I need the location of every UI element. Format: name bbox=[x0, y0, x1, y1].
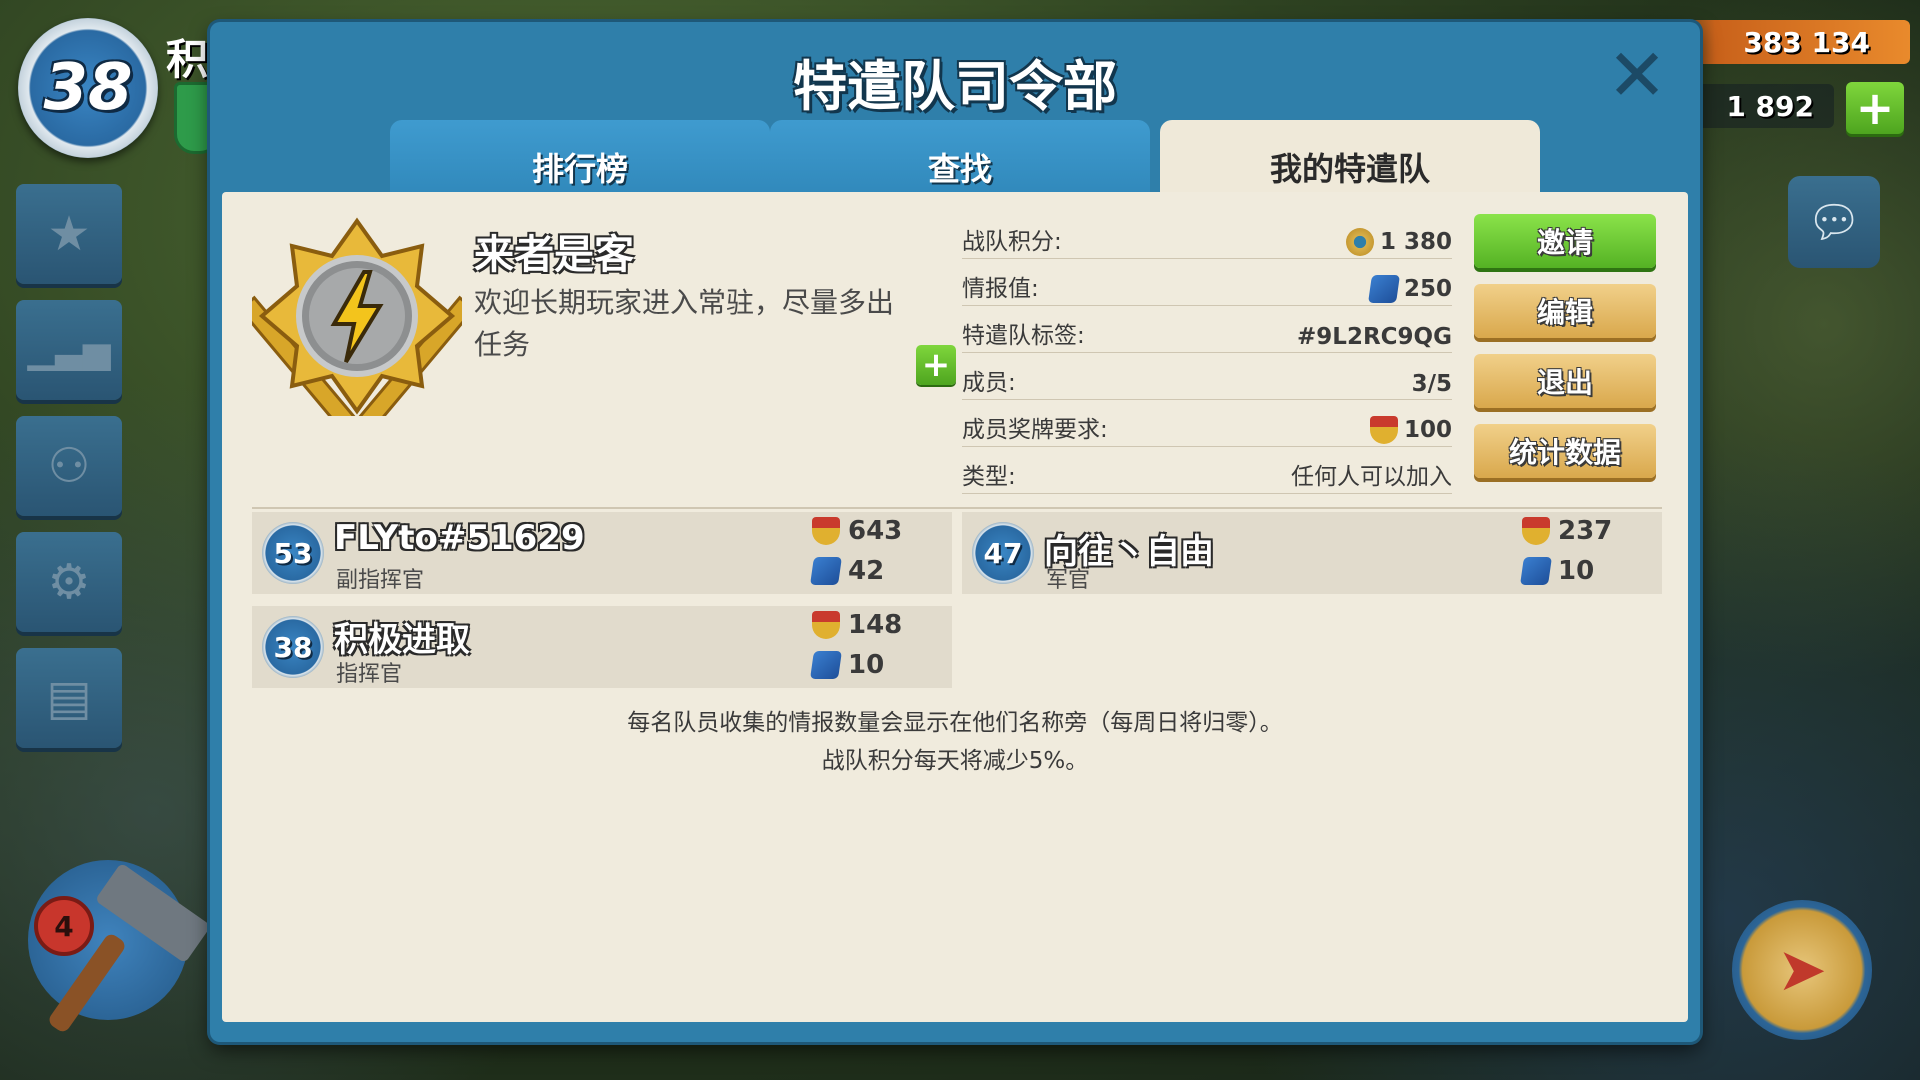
tab-label: 查找 bbox=[927, 150, 992, 188]
intel-label: 情报值: bbox=[962, 276, 1039, 302]
score-label: 战队积分: bbox=[962, 229, 1062, 255]
medal-req-label: 成员奖牌要求: bbox=[962, 417, 1108, 443]
type-label: 类型: bbox=[962, 464, 1016, 490]
member-level: 38 bbox=[262, 616, 324, 678]
member-intel-value: 42 bbox=[848, 556, 885, 586]
star-button[interactable]: ★ bbox=[16, 184, 122, 284]
team-description: 欢迎长期玩家进入常驻，尽量多出任务 bbox=[474, 286, 895, 361]
team-icon: ⚇ bbox=[47, 438, 91, 494]
member-medals-value: 148 bbox=[848, 610, 903, 640]
edit-button[interactable]: 编辑 bbox=[1474, 284, 1656, 338]
invite-button[interactable]: 邀请 bbox=[1474, 214, 1656, 268]
player-level-badge[interactable]: 38 bbox=[18, 18, 158, 158]
star-icon: ★ bbox=[47, 206, 91, 262]
leave-button[interactable]: 退出 bbox=[1474, 354, 1656, 408]
plus-icon: + bbox=[921, 345, 951, 385]
stats-button[interactable]: 统计数据 bbox=[1474, 424, 1656, 478]
member-level: 53 bbox=[262, 522, 324, 584]
team-emblem-icon bbox=[252, 217, 462, 416]
member-role: 副指挥官 bbox=[336, 568, 425, 593]
member-name: FLYto#51629 bbox=[334, 518, 585, 558]
tab-label: 我的特遣队 bbox=[1269, 150, 1430, 188]
medal-icon bbox=[812, 517, 840, 545]
panel-title: 特遣队司令部 bbox=[793, 55, 1117, 118]
section-divider bbox=[252, 507, 1662, 509]
medal-req-value: 100 bbox=[1403, 417, 1452, 443]
type-value: 任何人可以加入 bbox=[1291, 464, 1452, 490]
member-intel: 10 bbox=[1520, 556, 1595, 586]
leaderboard-button[interactable]: ▁▃▅ bbox=[16, 300, 122, 400]
member-medals: 237 bbox=[1522, 516, 1612, 546]
medal-icon bbox=[1522, 517, 1550, 545]
members-label: 成员: bbox=[962, 370, 1016, 396]
add-member-button[interactable]: + bbox=[916, 345, 956, 385]
tab-label: 排行榜 bbox=[531, 150, 628, 188]
team-name: 来者是客 bbox=[474, 232, 634, 278]
member-medals: 643 bbox=[812, 516, 902, 546]
member-medals-value: 237 bbox=[1558, 516, 1613, 546]
footer-line-2: 战队积分每天将减少5%。 bbox=[821, 748, 1089, 774]
intel-icon bbox=[1368, 275, 1400, 303]
chat-button[interactable]: 💬︎ bbox=[1788, 176, 1880, 268]
medal-req-value-wrap: 100 bbox=[1369, 416, 1452, 444]
medal-icon bbox=[1369, 416, 1398, 444]
compass-button[interactable]: ➤ bbox=[1732, 900, 1872, 1040]
compass-icon: ➤ bbox=[1776, 935, 1828, 1005]
news-icon: ▤ bbox=[46, 670, 92, 726]
members-value: 3/5 bbox=[1411, 371, 1452, 397]
score-value-wrap: 1 380 bbox=[1345, 228, 1452, 256]
leaderboard-icon: ▁▃▅ bbox=[27, 329, 111, 371]
team-button[interactable]: ⚇ bbox=[16, 416, 122, 516]
victory-point-icon bbox=[1345, 228, 1374, 256]
info-row-tag: 特遣队标签: #9L2RC9QG bbox=[962, 306, 1452, 353]
member-card[interactable]: 38 积极进取 指挥官 148 10 bbox=[252, 606, 952, 688]
intel-value-wrap: 250 bbox=[1368, 275, 1452, 303]
task-force-panel: 特遣队司令部 ✕ 排行榜 查找 我的特遣队 来者是客 欢迎长期玩家进入常驻，尽量… bbox=[210, 22, 1700, 1042]
news-button[interactable]: ▤ bbox=[16, 648, 122, 748]
member-intel: 10 bbox=[810, 650, 885, 680]
info-row-type: 类型: 任何人可以加入 bbox=[962, 447, 1452, 494]
member-intel-value: 10 bbox=[848, 650, 885, 680]
intel-value: 250 bbox=[1403, 276, 1452, 302]
info-row-medal-req: 成员奖牌要求: 100 bbox=[962, 400, 1452, 447]
member-role: 军官 bbox=[1046, 568, 1091, 593]
intel-icon bbox=[810, 557, 842, 585]
tag-value: #9L2RC9QG bbox=[1297, 324, 1452, 350]
tab-content: 来者是客 欢迎长期玩家进入常驻，尽量多出任务 战队积分: 1 380 情报值: … bbox=[222, 192, 1688, 1022]
member-intel-value: 10 bbox=[1558, 556, 1595, 586]
gold-value: 383 134 bbox=[1743, 25, 1870, 59]
member-name: 积极进取 bbox=[334, 620, 470, 660]
player-name: 积 bbox=[166, 35, 209, 84]
info-row-members: + 成员: 3/5 bbox=[916, 345, 1452, 400]
footer-line-1: 每名队员收集的情报数量会显示在他们名称旁（每周日将归零）。 bbox=[627, 710, 1283, 736]
plus-icon: + bbox=[1855, 81, 1895, 135]
intel-icon bbox=[810, 651, 842, 679]
builder-count-badge: 4 bbox=[34, 896, 94, 956]
member-role: 指挥官 bbox=[336, 662, 403, 687]
intel-icon bbox=[1520, 557, 1552, 585]
team-info-table: 战队积分: 1 380 情报值: 250 特遣队标签: #9L2RC9QG + … bbox=[916, 212, 1452, 494]
chat-icon: 💬︎ bbox=[1806, 197, 1862, 248]
member-card[interactable]: 47 向往丶自由 军官 237 10 bbox=[962, 512, 1662, 594]
footer-note: 每名队员收集的情报数量会显示在他们名称旁（每周日将归零）。 战队积分每天将减少5… bbox=[222, 704, 1688, 780]
medal-icon bbox=[812, 611, 840, 639]
player-level: 38 bbox=[43, 51, 133, 125]
member-card[interactable]: 53 FLYto#51629 副指挥官 643 42 bbox=[252, 512, 952, 594]
close-icon: ✕ bbox=[1606, 33, 1668, 117]
gear-icon: ⚙ bbox=[47, 554, 91, 610]
settings-button[interactable]: ⚙ bbox=[16, 532, 122, 632]
score-value: 1 380 bbox=[1379, 229, 1452, 255]
member-intel: 42 bbox=[810, 556, 885, 586]
info-row-score: 战队积分: 1 380 bbox=[962, 212, 1452, 259]
member-medals-value: 643 bbox=[848, 516, 903, 546]
diamond-value: 1 892 bbox=[1726, 89, 1814, 123]
info-row-intel: 情报值: 250 bbox=[962, 259, 1452, 306]
buy-diamonds-button[interactable]: + bbox=[1846, 81, 1904, 135]
member-level: 47 bbox=[972, 522, 1034, 584]
close-button[interactable]: ✕ bbox=[1602, 39, 1672, 111]
tag-label: 特遣队标签: bbox=[962, 323, 1085, 349]
member-medals: 148 bbox=[812, 610, 902, 640]
